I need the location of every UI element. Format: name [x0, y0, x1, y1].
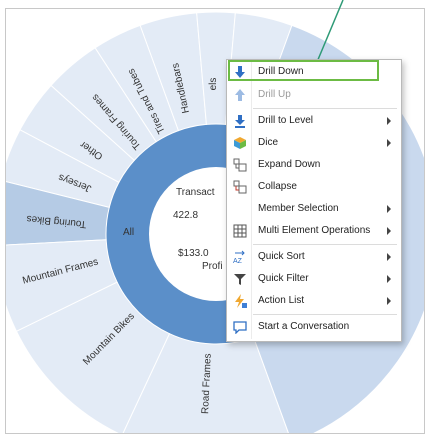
- submenu-arrow-icon: [387, 253, 391, 261]
- menu-item-start-a-conversation[interactable]: Start a Conversation: [227, 316, 401, 338]
- menu-item-label: Quick Sort: [258, 251, 305, 262]
- menu-item-label: Drill Up: [258, 89, 291, 100]
- menu-item-member-selection[interactable]: Member Selection: [227, 198, 401, 220]
- menu-item-label: Collapse: [258, 181, 297, 192]
- submenu-arrow-icon: [387, 117, 391, 125]
- menu-item-label: Action List: [258, 295, 305, 306]
- menu-item-collapse[interactable]: Collapse: [227, 176, 401, 198]
- filter-icon: [234, 274, 246, 285]
- submenu-arrow-icon: [387, 227, 391, 235]
- center-measure-value-top: 422.8: [173, 210, 198, 221]
- menu-item-action-list[interactable]: Action List: [227, 290, 401, 312]
- menu-item-label: Expand Down: [258, 159, 321, 170]
- sort-az-icon: AZ: [233, 250, 245, 264]
- svg-text:AZ: AZ: [233, 258, 243, 264]
- context-menu: Drill Down Drill Up Drill to Level Dice …: [226, 59, 402, 342]
- menu-separator: [253, 314, 397, 315]
- menu-item-drill-up[interactable]: Drill Up: [227, 84, 401, 106]
- collapse-icon: [233, 180, 247, 194]
- menu-item-label: Multi Element Operations: [258, 225, 371, 236]
- menu-item-quick-sort[interactable]: AZ Quick Sort: [227, 246, 401, 268]
- expand-icon: [233, 158, 247, 172]
- menu-item-quick-filter[interactable]: Quick Filter: [227, 268, 401, 290]
- menu-separator: [253, 244, 397, 245]
- menu-item-label: Member Selection: [258, 203, 339, 214]
- menu-item-label: Start a Conversation: [258, 321, 350, 332]
- menu-item-label: Quick Filter: [258, 273, 309, 284]
- lightning-icon: [235, 294, 247, 308]
- menu-item-label: Drill to Level: [258, 115, 314, 126]
- cube-icon: [234, 137, 246, 149]
- menu-item-drill-to-level[interactable]: Drill to Level: [227, 110, 401, 132]
- submenu-arrow-icon: [387, 205, 391, 213]
- submenu-arrow-icon: [387, 297, 391, 305]
- submenu-arrow-icon: [387, 275, 391, 283]
- menu-item-dice[interactable]: Dice: [227, 132, 401, 154]
- root-label: All: [123, 227, 134, 238]
- menu-separator: [253, 108, 397, 109]
- submenu-arrow-icon: [387, 139, 391, 147]
- menu-item-multi-element-operations[interactable]: Multi Element Operations: [227, 220, 401, 242]
- sunburst-segment-label: els: [208, 78, 219, 91]
- chat-icon: [233, 321, 247, 334]
- menu-item-expand-down[interactable]: Expand Down: [227, 154, 401, 176]
- center-measure-label-bottom: Profi: [202, 261, 223, 272]
- drill-level-icon: [235, 115, 245, 128]
- arrow-up-icon: [235, 89, 245, 101]
- center-measure-value-bottom: $133.0: [178, 248, 209, 259]
- grid-icon: [233, 224, 247, 238]
- drill-down-highlight-box: [228, 60, 379, 81]
- menu-item-label: Dice: [258, 137, 279, 148]
- center-measure-label-top: Transact: [176, 187, 215, 198]
